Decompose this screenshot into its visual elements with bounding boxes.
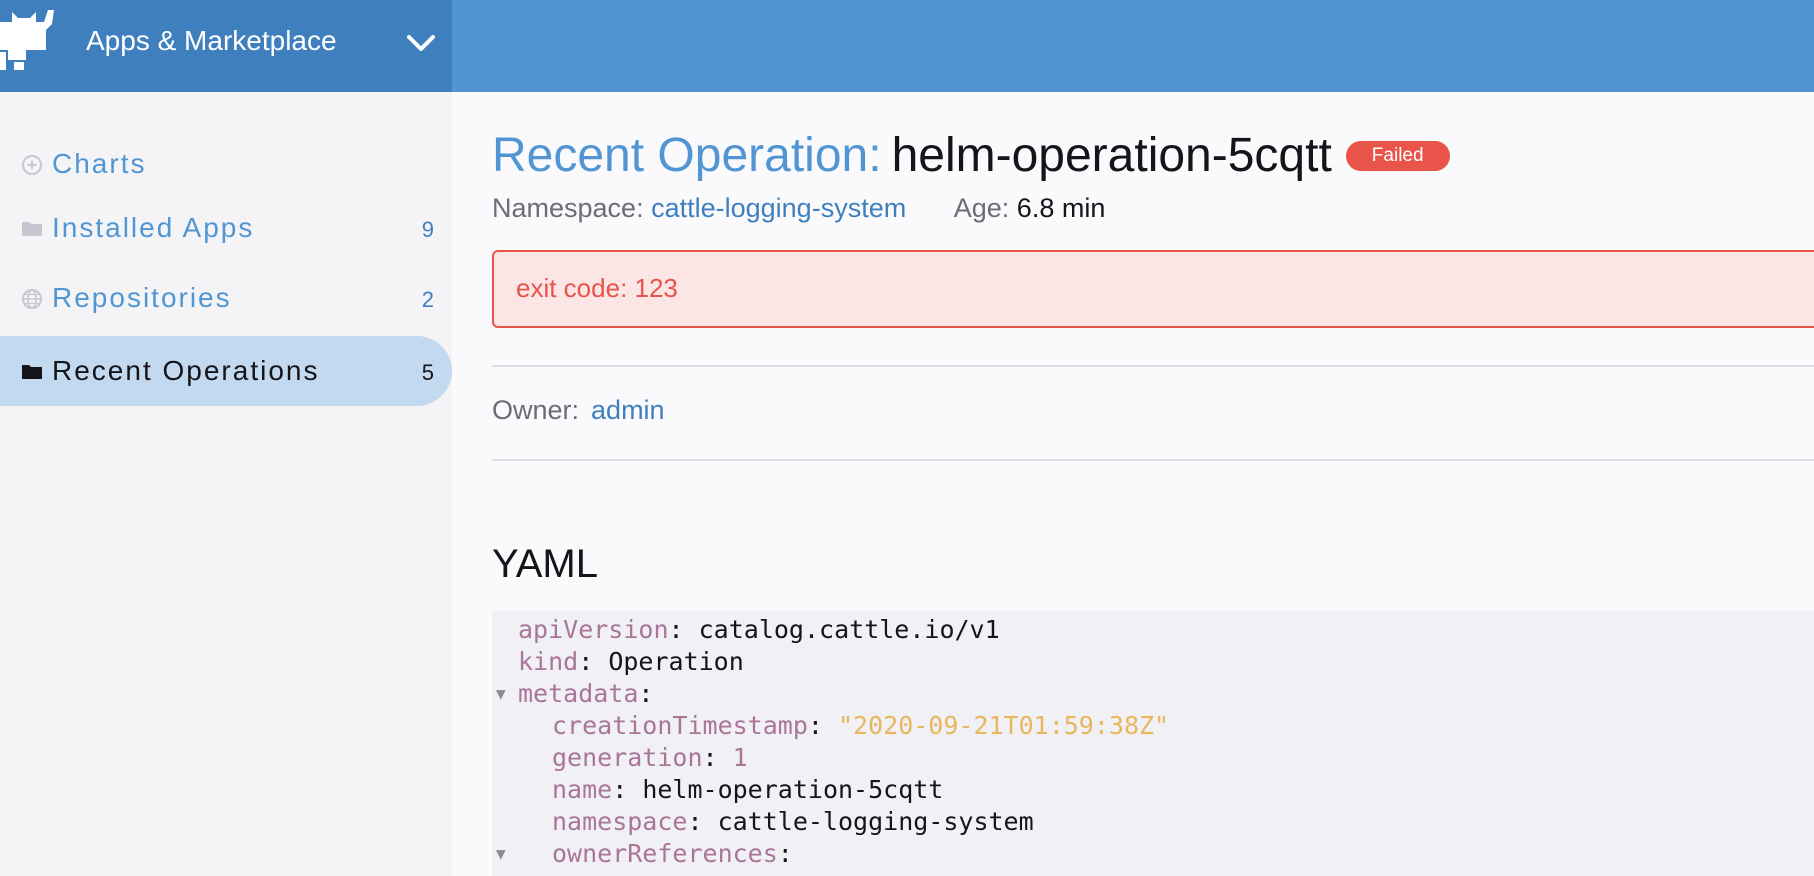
yaml-value: helm-operation-5cqtt [642,775,944,804]
divider [492,365,1814,367]
yaml-key: apiVersion [518,615,669,644]
sidebar-item-count: 2 [421,287,434,312]
yaml-editor[interactable]: apiVersion: catalog.cattle.io/v1 kind: O… [492,610,1814,876]
error-message: exit code: 123 [516,273,678,303]
sidebar-item-label: Recent Operations [52,355,320,386]
yaml-value: catalog.cattle.io/v1 [698,615,1000,644]
sidebar-item-label: Charts [52,148,147,179]
namespace-label: Namespace: [492,193,644,223]
yaml-line: generation: 1 [552,743,748,772]
divider [492,459,1814,461]
yaml-line: creationTimestamp: "2020-09-21T01:59:38Z… [552,711,1170,740]
sidebar-item-charts[interactable]: Charts [0,129,452,199]
fold-toggle-icon[interactable]: ▼ [496,678,506,710]
yaml-value: Operation [608,647,744,676]
yaml-value: "2020-09-21T01:59:38Z" [837,711,1170,740]
yaml-line: namespace: cattle-logging-system [552,807,1034,836]
yaml-key: namespace [552,807,688,836]
yaml-key: ownerReferences [552,839,778,868]
operation-name: helm-operation-5cqtt [891,129,1332,182]
header-menu[interactable]: Apps & Marketplace [0,0,452,92]
sidebar-item-installed-apps[interactable]: Installed Apps 9 [0,193,452,263]
globe-icon [22,289,42,309]
yaml-key: metadata [518,679,639,708]
yaml-section-title: YAML [492,542,598,586]
sidebar-item-recent-operations[interactable]: Recent Operations 5 [0,336,452,406]
sidebar-item-repositories[interactable]: Repositories 2 [0,263,452,333]
sidebar-item-count: 9 [421,217,434,242]
sidebar-item-count: 5 [421,360,434,385]
folder-icon [22,365,42,379]
age-label: Age: [953,193,1010,223]
yaml-line: kind: Operation [518,647,744,676]
meta-row: Namespace: cattle-logging-system Age: 6.… [492,192,1105,224]
yaml-value: cattle-logging-system [717,807,1034,836]
cow-logo-icon[interactable] [0,8,60,70]
yaml-key: kind [518,647,579,676]
top-bar [452,0,1814,92]
folder-icon [22,222,42,236]
main-content: Recent Operation: helm-operation-5cqtt Fai… [452,92,1814,876]
sidebar: Charts Installed Apps 9 Repositories 2 R… [0,92,452,876]
chevron-down-icon[interactable] [404,30,438,56]
app-title: Apps & Marketplace [86,25,337,56]
yaml-line: apiVersion: catalog.cattle.io/v1 [518,615,1000,644]
plus-circle-icon [22,155,42,175]
owner-row: Owner: admin [492,394,665,426]
age-value: 6.8 min [1016,193,1106,223]
owner-link[interactable]: admin [591,395,665,425]
fold-toggle-icon[interactable]: ▼ [496,838,506,870]
yaml-value: 1 [732,743,748,772]
page-title-prefix: Recent Operation: [492,129,882,182]
error-banner: exit code: 123 [492,250,1814,328]
page-title: Recent Operation: helm-operation-5cqtt Fai… [492,128,1450,184]
yaml-line: name: helm-operation-5cqtt [552,775,944,804]
sidebar-item-label: Repositories [52,282,232,313]
yaml-key: creationTimestamp [552,711,808,740]
sidebar-item-label: Installed Apps [52,212,255,243]
owner-label: Owner: [492,395,580,425]
yaml-key: generation [552,743,703,772]
namespace-link[interactable]: cattle-logging-system [651,193,906,223]
status-badge: Failed [1345,141,1450,171]
yaml-key: name [552,775,613,804]
